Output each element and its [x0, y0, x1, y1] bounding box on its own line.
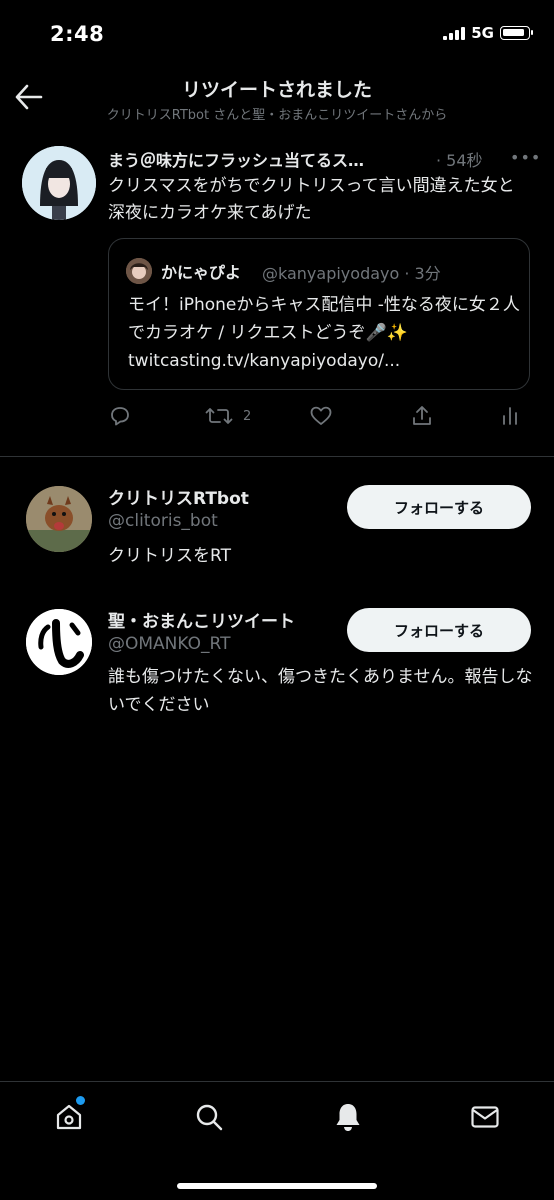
- retweet-count: 2: [243, 408, 252, 424]
- like-icon: [310, 406, 332, 425]
- share-icon: [413, 406, 431, 425]
- page-title: リツイートされました: [181, 79, 372, 101]
- nav-divider: [0, 1081, 554, 1082]
- tweet-timestamp: · 54秒: [436, 151, 483, 170]
- user-handle: @OMANKO_RT: [108, 634, 231, 654]
- retweet-button[interactable]: 2: [205, 402, 251, 430]
- follow-button[interactable]: フォローする: [347, 608, 531, 652]
- search-icon[interactable]: [193, 1101, 225, 1133]
- tweet-author-avatar[interactable]: [22, 146, 96, 220]
- quoted-tweet[interactable]: かにゃぴよ @kanyapiyodayo · 3分 モイ！iPhoneからキャス…: [108, 238, 530, 390]
- analytics-button[interactable]: [500, 402, 520, 430]
- user-bio: クリトリスをRT: [108, 546, 231, 566]
- retweet-icon: [205, 408, 233, 424]
- home-icon[interactable]: [53, 1101, 85, 1133]
- battery-icon: [500, 26, 533, 40]
- network-type: 5G: [471, 24, 494, 42]
- signal-icon: [443, 26, 466, 40]
- home-notification-dot: [76, 1096, 85, 1105]
- reply-icon: [111, 407, 129, 426]
- user-avatar[interactable]: [26, 486, 92, 552]
- divider: [0, 456, 554, 457]
- quoted-author-avatar: [126, 258, 152, 284]
- reply-button[interactable]: [108, 402, 132, 430]
- quoted-author-name: かにゃぴよ: [161, 263, 242, 282]
- like-button[interactable]: [309, 402, 333, 430]
- user-name[interactable]: 聖・おまんこリツイート: [108, 607, 295, 632]
- home-indicator: [177, 1183, 377, 1189]
- user-handle: @clitoris_bot: [108, 511, 218, 531]
- quoted-author-handle: @kanyapiyodayo · 3分: [262, 264, 441, 283]
- analytics-icon: [503, 407, 517, 425]
- user-name[interactable]: クリトリスRTbot: [108, 484, 249, 509]
- status-indicators: 5G: [443, 24, 533, 42]
- tweet-author-name[interactable]: まう＠味方にフラッシュ当てるス…: [108, 147, 364, 171]
- tweet-text: クリスマスをがちでクリトリスって言い間違えた女と深夜にカラオケ来てあげた: [108, 176, 515, 223]
- share-button[interactable]: [410, 402, 434, 430]
- follow-button[interactable]: フォローする: [347, 485, 531, 529]
- more-icon[interactable]: •••: [510, 148, 541, 167]
- page-subtitle: クリトリスRTbot さんと聖・おまんこリツイートさんから: [106, 108, 448, 123]
- notifications-icon[interactable]: [332, 1101, 364, 1133]
- quoted-tweet-text: モイ！iPhoneからキャス配信中 -性なる夜に女２人でカラオケ / リクエスト…: [128, 295, 520, 371]
- user-bio: 誰も傷つけたくない、傷つきたくありません。報告しないでください: [108, 667, 533, 715]
- user-avatar[interactable]: [26, 609, 92, 675]
- status-time: 2:48: [50, 22, 105, 46]
- messages-icon[interactable]: [469, 1101, 501, 1133]
